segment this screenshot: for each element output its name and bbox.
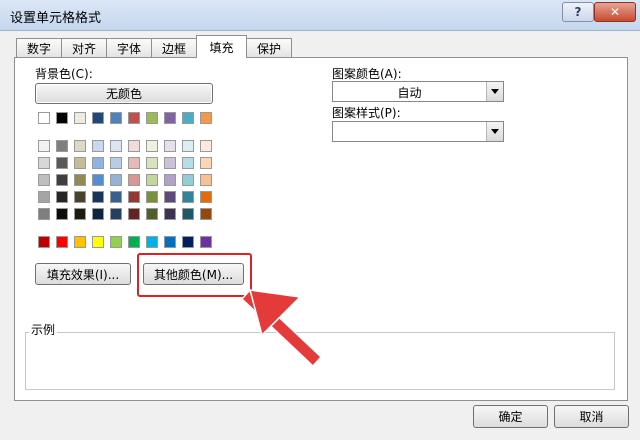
annotation-arrow (240, 288, 323, 368)
